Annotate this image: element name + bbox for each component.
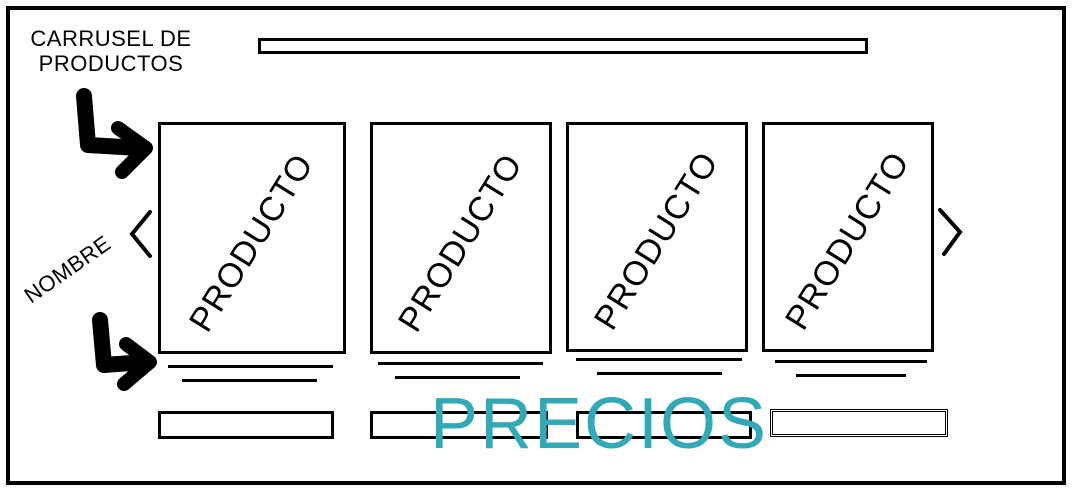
product-label: PRODUCTO [390, 146, 531, 338]
chevron-left-icon[interactable] [126, 208, 154, 260]
name-placeholder-line [775, 360, 927, 363]
name-placeholder-line [168, 365, 333, 368]
carousel-annotation: CARRUSEL DE PRODUCTOS [30, 26, 192, 77]
product-card[interactable]: PRODUCTO [762, 122, 934, 352]
product-label: PRODUCTO [181, 146, 322, 338]
name-placeholder-line [378, 362, 543, 365]
name-placeholder-line [796, 374, 906, 377]
price-box [770, 409, 948, 437]
name-placeholder-line [395, 376, 520, 379]
product-label: PRODUCTO [586, 145, 727, 337]
search-bar[interactable] [258, 38, 868, 54]
name-placeholder-line [597, 372, 722, 375]
price-box [158, 411, 334, 439]
product-card[interactable]: PRODUCTO [158, 122, 346, 354]
name-placeholder-line [576, 358, 742, 361]
chevron-right-icon[interactable] [936, 206, 966, 258]
name-placeholder-line [182, 379, 317, 382]
product-label: PRODUCTO [777, 145, 918, 337]
product-card[interactable]: PRODUCTO [566, 122, 748, 352]
product-card[interactable]: PRODUCTO [370, 122, 552, 354]
prices-annotation: PRECIOS [430, 384, 769, 464]
